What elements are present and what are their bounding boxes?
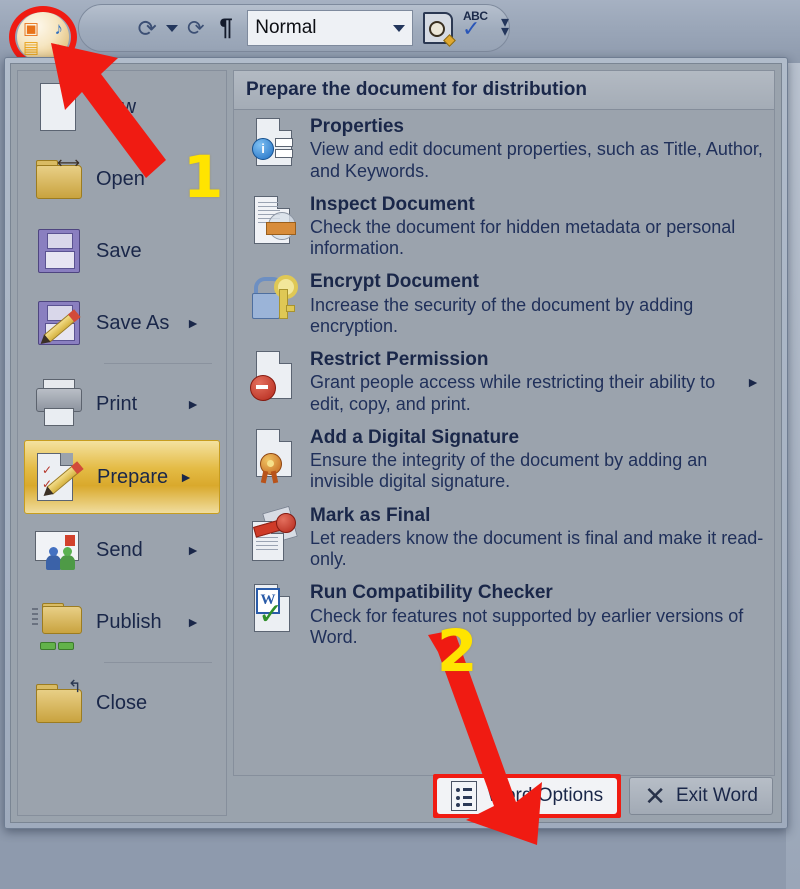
sidebar-item-save-as[interactable]: Save As ► bbox=[18, 287, 226, 359]
inspect-document-icon bbox=[248, 194, 302, 252]
sidebar-item-send[interactable]: Send ► bbox=[18, 514, 226, 586]
publish-icon bbox=[30, 594, 86, 650]
chevron-right-icon: ► bbox=[186, 396, 200, 412]
new-document-icon bbox=[30, 79, 86, 135]
chevron-right-icon: ► bbox=[746, 374, 760, 391]
formatting-marks-icon[interactable]: ¶ bbox=[211, 10, 241, 46]
word-options-icon bbox=[451, 781, 478, 811]
send-envelope-icon bbox=[30, 522, 86, 578]
sidebar-item-print[interactable]: Print ► bbox=[18, 368, 226, 440]
close-folder-icon: ↰ bbox=[30, 675, 86, 731]
panel-item-restrict-permission[interactable]: Restrict Permission Grant people access … bbox=[234, 343, 774, 421]
sidebar-item-label: Save bbox=[96, 239, 142, 262]
panel-item-desc: Check the document for hidden metadata o… bbox=[310, 217, 736, 259]
panel-item-title: Encrypt Document bbox=[310, 271, 479, 293]
sidebar-separator bbox=[104, 662, 212, 663]
spelling-check-icon[interactable]: ABC ✓ bbox=[457, 9, 491, 45]
exit-word-button[interactable]: ✕ Exit Word bbox=[629, 777, 773, 815]
save-as-icon bbox=[30, 295, 86, 351]
panel-item-add-digital-signature[interactable]: Add a Digital Signature Ensure the integ… bbox=[234, 421, 774, 499]
encrypt-lock-key-icon bbox=[248, 271, 302, 329]
close-icon: ✕ bbox=[644, 781, 666, 811]
panel-header-title: Prepare the document for distribution bbox=[246, 79, 587, 100]
panel-header: Prepare the document for distribution bbox=[234, 71, 774, 110]
sidebar-item-prepare[interactable]: ✓ ✓ Prepare ► bbox=[24, 440, 220, 514]
compatibility-checker-icon: W ✓ bbox=[248, 582, 302, 640]
menu-footer: Word Options ✕ Exit Word bbox=[433, 774, 773, 818]
word-options-highlight: Word Options bbox=[433, 774, 622, 818]
word-options-button[interactable]: Word Options bbox=[437, 778, 618, 814]
step-badge-1: 1 bbox=[183, 143, 224, 211]
document-background bbox=[786, 57, 800, 889]
step-badge-2: 2 bbox=[437, 617, 478, 685]
prepare-panel: Prepare the document for distribution i … bbox=[233, 70, 775, 776]
customize-qat-icon[interactable]: ▾ ▾ bbox=[501, 15, 509, 39]
printer-icon bbox=[30, 376, 86, 432]
sidebar-item-label: Prepare bbox=[97, 465, 169, 488]
mark-as-final-icon bbox=[248, 505, 302, 563]
sidebar-item-label: Close bbox=[96, 691, 148, 714]
panel-item-properties[interactable]: i Properties View and edit document prop… bbox=[234, 110, 774, 188]
chevron-down-icon bbox=[393, 24, 405, 32]
panel-item-inspect-document[interactable]: Inspect Document Check the document for … bbox=[234, 188, 774, 266]
sidebar-item-save[interactable]: Save bbox=[18, 215, 226, 287]
sidebar-item-label: Send bbox=[96, 538, 143, 561]
open-folder-icon: ⟷ bbox=[30, 151, 86, 207]
screen: ⟲ ⟳ ¶ Normal ABC ✓ ▾ ▾ ▣ ♪ ▤ ● New ⟷ Ope… bbox=[0, 0, 800, 889]
floppy-disk-icon bbox=[30, 223, 86, 279]
panel-item-title: Mark as Final bbox=[310, 504, 431, 526]
prepare-icon: ✓ ✓ bbox=[31, 449, 87, 505]
chevron-right-icon: ► bbox=[186, 542, 200, 558]
redo-icon[interactable]: ⟳ bbox=[181, 10, 211, 46]
panel-item-desc: Grant people access while restricting th… bbox=[310, 372, 716, 414]
office-menu-inner: New ⟷ Open Save Save As ► Print ► ✓ ✓ Pr… bbox=[10, 63, 782, 823]
panel-item-title: Restrict Permission bbox=[310, 349, 489, 371]
chevron-right-icon: ► bbox=[186, 614, 200, 630]
print-preview-icon[interactable] bbox=[423, 12, 453, 44]
quick-access-toolbar: ⟲ ⟳ ¶ Normal ABC ✓ ▾ ▾ bbox=[78, 4, 510, 52]
word-options-label: Word Options bbox=[487, 785, 604, 806]
sidebar-separator bbox=[104, 363, 212, 364]
digital-signature-icon bbox=[248, 427, 302, 485]
panel-item-desc: Ensure the integrity of the document by … bbox=[310, 450, 708, 492]
panel-item-title: Run Compatibility Checker bbox=[310, 582, 553, 604]
panel-item-desc: Check for features not supported by earl… bbox=[310, 605, 744, 647]
panel-item-title: Add a Digital Signature bbox=[310, 426, 520, 448]
sidebar-item-label: Print bbox=[96, 392, 138, 415]
panel-item-encrypt-document[interactable]: Encrypt Document Increase the security o… bbox=[234, 265, 774, 343]
panel-item-mark-as-final[interactable]: Mark as Final Let readers know the docum… bbox=[234, 499, 774, 577]
style-dropdown[interactable]: Normal bbox=[247, 10, 413, 46]
restrict-permission-icon bbox=[248, 349, 302, 407]
panel-item-desc: Let readers know the document is final a… bbox=[310, 527, 764, 570]
chevron-right-icon: ► bbox=[179, 469, 193, 485]
sidebar-item-new[interactable]: New bbox=[18, 71, 226, 143]
panel-item-run-compatibility-checker[interactable]: W ✓ Run Compatibility Checker Check for … bbox=[234, 576, 774, 654]
exit-word-label: Exit Word bbox=[675, 785, 758, 806]
properties-info-icon: i bbox=[248, 116, 302, 174]
office-menu: New ⟷ Open Save Save As ► Print ► ✓ ✓ Pr… bbox=[4, 57, 788, 829]
sidebar-item-label: Publish bbox=[96, 610, 162, 633]
sidebar-item-publish[interactable]: Publish ► bbox=[18, 586, 226, 658]
panel-item-desc: Increase the security of the document by… bbox=[310, 294, 694, 336]
sidebar-item-label: Save As bbox=[96, 311, 170, 334]
undo-icon[interactable]: ⟲ bbox=[132, 10, 162, 46]
panel-item-desc: View and edit document properties, such … bbox=[310, 139, 763, 181]
application-titlebar: ⟲ ⟳ ¶ Normal ABC ✓ ▾ ▾ bbox=[0, 0, 800, 63]
style-value: Normal bbox=[255, 17, 317, 38]
undo-dropdown-icon[interactable] bbox=[163, 10, 181, 46]
chevron-right-icon: ► bbox=[186, 315, 200, 331]
sidebar-item-label: New bbox=[96, 95, 137, 118]
panel-item-title: Inspect Document bbox=[310, 193, 475, 215]
panel-item-title: Properties bbox=[310, 116, 404, 137]
sidebar-item-close[interactable]: ↰ Close bbox=[18, 667, 226, 739]
